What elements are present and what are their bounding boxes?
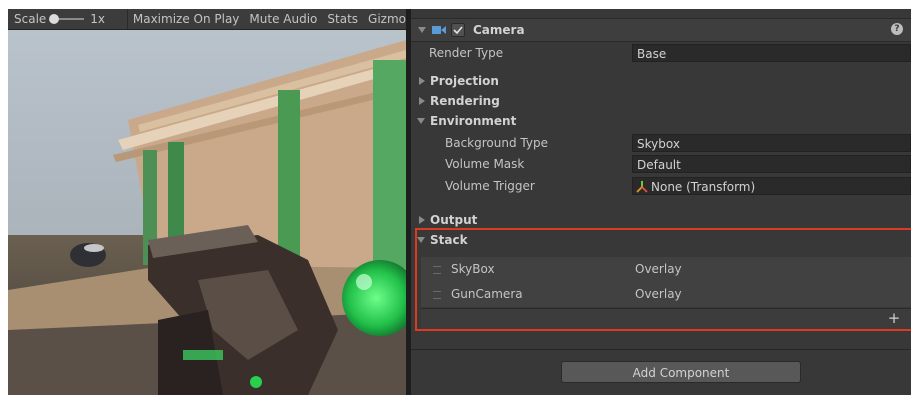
drag-handle-icon[interactable] bbox=[433, 266, 441, 274]
background-type-label: Background Type bbox=[445, 136, 548, 150]
scale-label: Scale bbox=[14, 12, 47, 26]
stack-item-name: SkyBox bbox=[451, 262, 495, 276]
plus-icon[interactable]: + bbox=[887, 311, 901, 326]
volume-trigger-label: Volume Trigger bbox=[445, 179, 535, 193]
gun-glow bbox=[183, 350, 223, 360]
volume-mask-row: Volume Mask Default bbox=[411, 154, 911, 174]
add-component-button[interactable]: Add Component bbox=[561, 361, 801, 383]
volume-trigger-value: None (Transform) bbox=[651, 180, 756, 194]
component-enabled-checkbox[interactable] bbox=[451, 23, 465, 37]
volume-mask-dropdown[interactable]: Default bbox=[632, 155, 911, 173]
foldout-arrow-icon[interactable] bbox=[417, 118, 425, 124]
gizmos-toggle[interactable]: Gizmo bbox=[363, 9, 406, 29]
checkbox-checked-icon bbox=[453, 26, 463, 35]
volume-trigger-row: Volume Trigger None (Transform) bbox=[411, 176, 911, 196]
component-title: Camera bbox=[473, 23, 525, 37]
game-render bbox=[8, 30, 406, 395]
foldout-arrow-icon[interactable] bbox=[419, 216, 425, 224]
environment-foldout[interactable]: Environment bbox=[411, 111, 911, 131]
foldout-arrow-icon[interactable] bbox=[418, 27, 426, 33]
environment-label: Environment bbox=[430, 114, 517, 128]
projection-foldout[interactable]: Projection bbox=[411, 71, 911, 91]
projection-label: Projection bbox=[430, 74, 499, 88]
output-foldout[interactable]: Output bbox=[411, 210, 911, 230]
volume-mask-label: Volume Mask bbox=[445, 157, 525, 171]
stack-list-footer: + bbox=[421, 308, 911, 329]
stack-label: Stack bbox=[430, 233, 468, 247]
stack-item-type: Overlay bbox=[635, 262, 682, 276]
render-type-dropdown[interactable]: Base bbox=[632, 44, 911, 62]
stack-item-name: GunCamera bbox=[451, 287, 523, 301]
separator bbox=[411, 349, 911, 350]
drag-handle-icon[interactable] bbox=[433, 291, 441, 299]
foldout-arrow-icon[interactable] bbox=[419, 97, 425, 105]
scale-slider-knob[interactable] bbox=[49, 14, 60, 24]
stack-foldout[interactable]: Stack bbox=[411, 230, 911, 250]
gun-light bbox=[250, 376, 262, 388]
output-label: Output bbox=[430, 213, 478, 227]
stats-toggle[interactable]: Stats bbox=[322, 9, 363, 29]
game-view[interactable]: Scale 1x Maximize On Play Mute Audio Sta… bbox=[8, 9, 406, 395]
background-type-dropdown[interactable]: Skybox bbox=[632, 134, 911, 152]
volume-trigger-field[interactable]: None (Transform) bbox=[632, 177, 911, 195]
pillar bbox=[373, 60, 406, 275]
drone-top bbox=[84, 244, 104, 252]
help-icon[interactable]: ? bbox=[891, 23, 903, 35]
camera-icon bbox=[432, 26, 446, 34]
maximize-on-play-toggle[interactable]: Maximize On Play bbox=[128, 9, 245, 29]
foldout-arrow-icon[interactable] bbox=[417, 237, 425, 243]
scale-control[interactable]: Scale 1x bbox=[8, 12, 127, 26]
rendering-label: Rendering bbox=[430, 94, 500, 108]
stack-item-skybox[interactable]: SkyBox Overlay bbox=[421, 257, 911, 282]
transform-icon bbox=[636, 181, 648, 193]
rendering-foldout[interactable]: Rendering bbox=[411, 91, 911, 111]
inspector-panel: Camera ? Render Type Base Projection Ren… bbox=[411, 9, 911, 395]
camera-stack-list: SkyBox Overlay GunCamera Overlay bbox=[421, 257, 911, 307]
stack-item-guncamera[interactable]: GunCamera Overlay bbox=[421, 282, 911, 307]
game-toolbar: Scale 1x Maximize On Play Mute Audio Sta… bbox=[8, 9, 406, 30]
foldout-arrow-icon[interactable] bbox=[419, 77, 425, 85]
render-type-label: Render Type bbox=[429, 46, 504, 60]
render-type-row: Render Type Base bbox=[411, 43, 911, 63]
scale-slider[interactable] bbox=[49, 14, 85, 24]
mute-audio-toggle[interactable]: Mute Audio bbox=[244, 9, 322, 29]
scale-value: 1x bbox=[90, 12, 106, 26]
orb-highlight bbox=[356, 274, 372, 290]
pillar bbox=[278, 90, 300, 265]
stack-item-type: Overlay bbox=[635, 287, 682, 301]
background-type-row: Background Type Skybox bbox=[411, 133, 911, 153]
camera-component-header[interactable]: Camera ? bbox=[411, 18, 911, 42]
